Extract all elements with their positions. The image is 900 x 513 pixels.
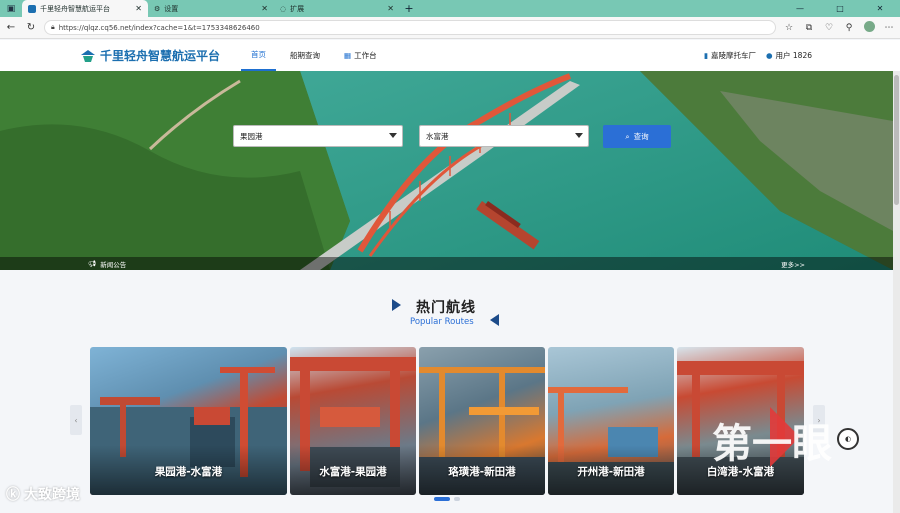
split-screen-icon[interactable]: ⧉ bbox=[802, 23, 816, 33]
logo-text: 千里轻舟智慧航运平台 bbox=[100, 49, 221, 63]
refresh-icon[interactable]: ↻ bbox=[24, 22, 38, 33]
watermark-right: 第一眼 bbox=[712, 405, 862, 469]
more-icon[interactable]: ⋯ bbox=[882, 23, 896, 33]
tab-settings[interactable]: ⚙ 设置 ✕ bbox=[148, 0, 274, 17]
search-button[interactable]: ⌕ 查询 bbox=[603, 125, 671, 148]
main-nav: 首页 船期查询 ▦ 工作台 bbox=[241, 40, 391, 71]
news-more-link[interactable]: 更多>> bbox=[781, 259, 805, 269]
megaphone-icon: 📢︎ bbox=[88, 259, 97, 268]
nav-schedule[interactable]: 船期查询 bbox=[280, 40, 330, 71]
watermark-left: ⓚ 大致跨境 bbox=[6, 484, 80, 504]
nav-home[interactable]: 首页 bbox=[241, 40, 276, 71]
routes-carousel: 果园港-水富港 水富港-果园港 珞璜港-新田港 开州港-新田港 白湾港-水富港 bbox=[90, 347, 806, 495]
hero-banner bbox=[0, 71, 893, 270]
lock-icon: 🔒︎ bbox=[51, 23, 55, 31]
chevron-down-icon bbox=[389, 133, 397, 138]
header-right: ▮ 嘉陵摩托车厂 ● 用户 1826 bbox=[704, 40, 812, 71]
company-link[interactable]: ▮ 嘉陵摩托车厂 bbox=[704, 50, 756, 61]
triangle-right-icon bbox=[392, 299, 401, 311]
tab-extensions[interactable]: ◌ 扩展 ✕ bbox=[274, 0, 400, 17]
triangle-left-icon bbox=[490, 314, 499, 326]
user-icon: ● bbox=[765, 51, 773, 60]
origin-select[interactable]: 果园港 bbox=[233, 125, 403, 147]
carousel-dots bbox=[434, 497, 460, 501]
page-scrollbar[interactable] bbox=[893, 71, 900, 513]
route-label: 水富港-果园港 bbox=[319, 466, 387, 478]
site-favicon-icon bbox=[28, 4, 36, 13]
carousel-dot[interactable] bbox=[454, 497, 460, 501]
search-icon: ⌕ bbox=[625, 131, 630, 141]
site-header: 千里轻舟智慧航运平台 首页 船期查询 ▦ 工作台 ▮ 嘉陵摩托车厂 ● 用户 1… bbox=[0, 40, 900, 71]
route-label: 珞璜港-新田港 bbox=[448, 466, 516, 478]
news-announcement[interactable]: 📢︎ 新闻公告 bbox=[88, 259, 126, 269]
new-tab-button[interactable]: + bbox=[400, 0, 418, 17]
news-bar: 📢︎ 新闻公告 更多>> bbox=[0, 257, 893, 270]
nav-workbench[interactable]: ▦ 工作台 bbox=[334, 40, 387, 71]
address-bar[interactable]: 🔒︎ https://qlqz.cq56.net/index?cache=1&t… bbox=[44, 20, 776, 35]
close-icon[interactable]: ✕ bbox=[261, 4, 268, 13]
company-name: 嘉陵摩托车厂 bbox=[710, 51, 756, 60]
destination-select[interactable]: 水富港 bbox=[419, 125, 589, 147]
gear-icon: ⚙ bbox=[154, 4, 161, 13]
svg-text:第一眼: 第一眼 bbox=[712, 421, 832, 467]
scrollbar-thumb[interactable] bbox=[894, 75, 899, 205]
url-text: https://qlqz.cq56.net/index?cache=1&t=17… bbox=[58, 23, 260, 32]
carousel-prev-button[interactable]: ‹ bbox=[70, 405, 82, 435]
close-window-icon[interactable]: ✕ bbox=[860, 0, 900, 17]
search-button-label: 查询 bbox=[633, 132, 649, 141]
watermark-right-logo-icon: 第一眼 bbox=[712, 407, 832, 467]
minimize-icon[interactable]: — bbox=[780, 0, 820, 17]
logo-icon bbox=[81, 49, 95, 62]
tab-label: 设置 bbox=[164, 4, 179, 13]
nav-workbench-label: 工作台 bbox=[354, 51, 377, 60]
route-card[interactable]: 珞璜港-新田港 bbox=[419, 347, 545, 495]
chevron-down-icon bbox=[575, 133, 583, 138]
route-card[interactable]: 水富港-果园港 bbox=[290, 347, 416, 495]
tab-label: 扩展 bbox=[290, 4, 305, 13]
carousel-dot[interactable] bbox=[434, 497, 450, 501]
back-icon[interactable]: ← bbox=[4, 22, 18, 33]
route-label: 开州港-新田港 bbox=[577, 466, 645, 478]
watermark-left-text: 大致跨境 bbox=[24, 487, 80, 503]
section-title-en: Popular Routes bbox=[410, 317, 474, 327]
tab-label: 千里轻舟智慧航运平台 bbox=[40, 4, 110, 13]
browser-tab-strip: ▣ 千里轻舟智慧航运平台 ✕ ⚙ 设置 ✕ ◌ 扩展 ✕ + — □ ✕ bbox=[0, 0, 900, 17]
origin-value: 果园港 bbox=[240, 131, 263, 141]
close-icon[interactable]: ✕ bbox=[387, 4, 394, 13]
sidebar-icon[interactable]: ▣ bbox=[0, 0, 22, 17]
favorites-icon[interactable]: ♡ bbox=[822, 23, 836, 33]
route-card[interactable]: 果园港-水富港 bbox=[90, 347, 287, 495]
site-logo[interactable]: 千里轻舟智慧航运平台 bbox=[80, 47, 220, 64]
tab-qlqz[interactable]: 千里轻舟智慧航运平台 ✕ bbox=[22, 0, 148, 17]
grid-icon: ▦ bbox=[344, 51, 352, 60]
extension-icon: ◌ bbox=[280, 4, 287, 13]
user-name: 用户 1826 bbox=[775, 51, 812, 60]
news-label: 新闻公告 bbox=[100, 260, 127, 269]
user-link[interactable]: ● 用户 1826 bbox=[766, 50, 812, 61]
route-card[interactable]: 开州港-新田港 bbox=[548, 347, 674, 495]
star-icon[interactable]: ☆ bbox=[782, 23, 796, 33]
route-label: 果园港-水富港 bbox=[154, 466, 223, 478]
hero-image bbox=[0, 71, 893, 270]
close-icon[interactable]: ✕ bbox=[135, 4, 142, 13]
browser-toolbar: ← ↻ 🔒︎ https://qlqz.cq56.net/index?cache… bbox=[0, 17, 900, 39]
extensions-icon[interactable]: ⚲ bbox=[842, 23, 856, 33]
bookmark-icon: ▮ bbox=[703, 51, 708, 60]
maximize-icon[interactable]: □ bbox=[820, 0, 860, 17]
destination-value: 水富港 bbox=[426, 131, 449, 141]
window-controls: — □ ✕ bbox=[780, 0, 900, 17]
section-title-cn: 热门航线 bbox=[416, 300, 476, 316]
watermark-logo-icon: ⓚ bbox=[6, 487, 20, 503]
profile-icon[interactable] bbox=[862, 20, 876, 35]
